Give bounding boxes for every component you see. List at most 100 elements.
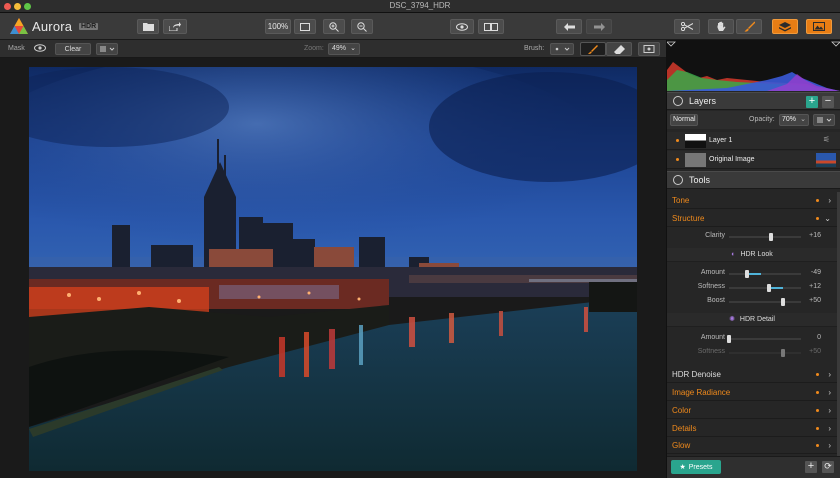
chevron-right-icon: › — [828, 369, 831, 379]
hand-tool-button[interactable] — [708, 19, 734, 34]
hdr-softness-slider-row[interactable]: Softness +12 — [667, 282, 837, 294]
paint-brush-button[interactable] — [580, 42, 606, 56]
slider-handle[interactable] — [727, 335, 731, 343]
image-export-button[interactable] — [806, 19, 832, 34]
mask-view-button[interactable] — [638, 42, 660, 56]
fit-screen-icon — [300, 22, 310, 31]
slider-label: Boost — [707, 297, 725, 304]
tone-section[interactable]: Tone › — [667, 192, 837, 209]
hdr-amount-slider-row[interactable]: Amount -49 — [667, 268, 837, 280]
undo-button[interactable] — [556, 19, 582, 34]
hdr-detail-title: HDR Detail — [739, 316, 775, 323]
slider-value: +12 — [809, 283, 821, 290]
color-section[interactable]: Color › — [667, 402, 837, 419]
layers-button[interactable] — [772, 19, 798, 34]
layer-row[interactable]: Layer 1 ⚟ — [667, 132, 840, 150]
eraser-button[interactable] — [606, 42, 632, 56]
slider-handle[interactable] — [781, 298, 785, 306]
layers-panel-icon — [673, 96, 683, 106]
slider-track[interactable] — [729, 352, 801, 354]
mask-visibility-button[interactable] — [34, 44, 46, 54]
zoom-100-button[interactable]: 100% — [265, 19, 291, 34]
remove-layer-button[interactable]: − — [822, 96, 834, 108]
section-label: Color — [672, 405, 692, 415]
add-preset-button[interactable]: + — [805, 461, 817, 473]
scissors-icon — [681, 22, 693, 31]
slider-track[interactable] — [729, 338, 801, 340]
hdr-denoise-section[interactable]: HDR Denoise › — [667, 366, 837, 383]
eye-icon — [456, 22, 468, 31]
hdr-detail-subheader[interactable]: ✺ HDR Detail — [667, 313, 837, 327]
hdr-detail-icon: ✺ — [729, 316, 735, 323]
menu-icon — [100, 46, 115, 52]
redo-button[interactable] — [586, 19, 612, 34]
layer-row[interactable]: Original Image — [667, 151, 840, 169]
slider-track[interactable] — [729, 287, 801, 289]
tools-header[interactable]: Tools — [667, 171, 840, 189]
zoom-in-button[interactable] — [323, 19, 345, 34]
opacity-dropdown[interactable]: 70% ⌄ — [779, 114, 809, 126]
layer-name: Layer 1 — [709, 137, 733, 144]
city-skyline-image — [29, 67, 637, 471]
layers-title: Layers — [689, 96, 717, 106]
fit-screen-button[interactable] — [294, 19, 316, 34]
add-layer-button[interactable]: + — [806, 96, 818, 108]
zoom-dropdown[interactable]: 49% ⌄ — [328, 43, 360, 55]
chevron-right-icon: › — [828, 405, 831, 415]
mask-options-dropdown[interactable] — [96, 43, 118, 55]
blend-mode-dropdown[interactable]: Normal — [670, 114, 698, 126]
open-button[interactable] — [137, 19, 159, 34]
chevron-right-icon: › — [828, 440, 831, 450]
clarity-slider-row[interactable]: Clarity +16 — [667, 231, 837, 243]
slider-value: +50 — [809, 348, 821, 355]
detail-softness-slider-row[interactable]: Softness +50 — [667, 347, 837, 359]
main-toolbar: Aurora HDR 100% — [0, 13, 840, 40]
slider-track[interactable] — [729, 273, 801, 275]
compare-button[interactable] — [478, 19, 504, 34]
brush-size-icon — [555, 47, 570, 51]
hdr-look-subheader[interactable]: ◐ HDR Look — [667, 248, 837, 262]
hdr-boost-slider-row[interactable]: Boost +50 — [667, 296, 837, 308]
slider-handle[interactable] — [745, 270, 750, 278]
layer-mask-thumbnail — [685, 134, 706, 148]
slider-track[interactable] — [729, 301, 801, 303]
folder-icon — [142, 23, 154, 31]
details-section[interactable]: Details › — [667, 420, 837, 437]
layer-name: Original Image — [709, 156, 755, 163]
layer-settings-icon[interactable]: ⚟ — [823, 135, 830, 144]
detail-amount-slider-row[interactable]: Amount 0 — [667, 333, 837, 345]
title-bar: DSC_3794_HDR — [0, 0, 840, 13]
hdr-look-icon: ◐ — [731, 251, 736, 258]
preview-button[interactable] — [450, 19, 474, 34]
blend-mode-value: Normal — [673, 116, 696, 123]
brush-icon — [588, 45, 598, 55]
image-radiance-section[interactable]: Image Radiance › — [667, 384, 837, 401]
structure-section[interactable]: Structure ⌄ — [667, 210, 837, 227]
refresh-button[interactable]: ⟳ — [822, 461, 834, 473]
photo-preview[interactable] — [29, 67, 637, 471]
zoom-out-button[interactable] — [351, 19, 373, 34]
brush-size-dropdown[interactable] — [550, 43, 574, 55]
zoom-out-icon — [357, 21, 367, 32]
slider-fill — [747, 273, 762, 275]
canvas-area[interactable] — [0, 58, 666, 478]
layer-active-dot — [676, 139, 679, 142]
slider-handle[interactable] — [781, 349, 785, 357]
split-view-icon — [484, 22, 498, 31]
clear-mask-button[interactable]: Clear — [55, 43, 91, 55]
slider-track[interactable] — [729, 236, 801, 238]
redo-icon — [593, 22, 605, 31]
section-active-dot — [816, 391, 819, 394]
presets-button[interactable]: ★ Presets — [671, 460, 721, 474]
chevron-down-icon: ⌄ — [350, 45, 356, 52]
slider-handle[interactable] — [768, 233, 773, 241]
brush-tool-button[interactable] — [736, 19, 762, 34]
layers-header[interactable]: Layers + − — [667, 92, 840, 110]
slider-handle[interactable] — [767, 284, 772, 292]
layer-options-menu[interactable] — [813, 114, 835, 126]
section-active-dot — [816, 217, 819, 220]
share-button[interactable] — [163, 19, 187, 34]
chevron-down-icon: ⌄ — [824, 213, 831, 223]
crop-button[interactable] — [674, 19, 700, 34]
glow-section[interactable]: Glow › — [667, 437, 837, 454]
